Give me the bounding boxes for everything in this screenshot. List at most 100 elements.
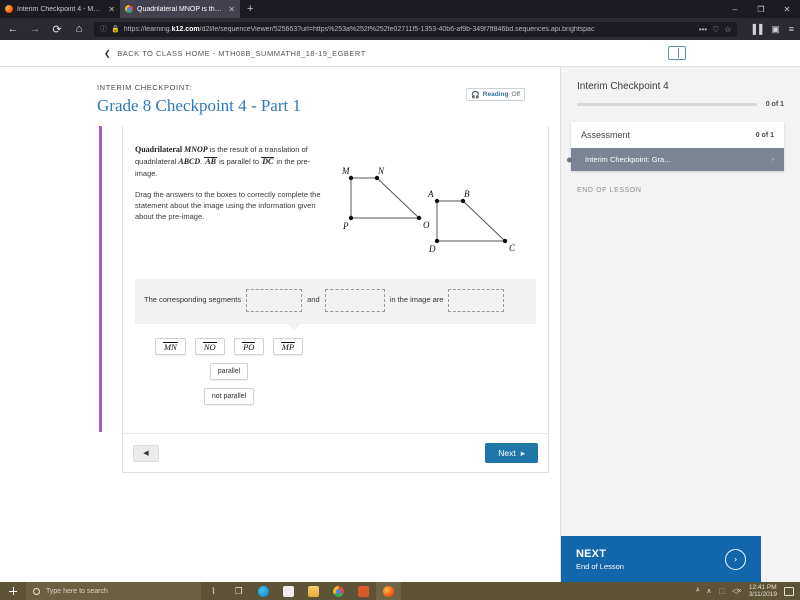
chrome-icon[interactable] — [326, 582, 351, 600]
callout-caret — [287, 323, 301, 330]
answer-token[interactable]: MP — [272, 338, 304, 355]
next-banner-subtitle: End of Lesson — [576, 561, 624, 571]
firefox-icon[interactable] — [376, 582, 401, 600]
vertex-label-B: B — [464, 189, 470, 199]
panel-toggle-icon[interactable] — [668, 46, 686, 60]
network-icon[interactable]: ⬚ — [718, 587, 725, 595]
vertex-label-N: N — [377, 166, 385, 176]
sidebar-icon[interactable]: ▣ — [771, 24, 780, 35]
assessment-header[interactable]: Assessment 0 of 1 — [571, 122, 784, 148]
vertex-label-P: P — [342, 221, 349, 231]
search-input[interactable]: Type here to search — [26, 582, 201, 600]
next-banner-title: NEXT — [576, 547, 607, 560]
question-navigation: ◀ Next ▸ — [123, 433, 548, 472]
vertex-label-O: O — [423, 220, 430, 230]
windows-start-icon[interactable] — [0, 582, 26, 600]
file-explorer-icon[interactable] — [301, 582, 326, 600]
system-tray: ᴬ ∧ ⬚ ◁× 12:41 PM 3/11/2019 — [696, 584, 800, 599]
search-icon — [33, 587, 40, 595]
question-stem: Quadrilateral MNOP is the result of a tr… — [135, 145, 311, 178]
clock-date: 3/11/2019 — [748, 591, 777, 598]
reading-state: Off — [511, 91, 520, 98]
pocket-icon[interactable]: ♡ — [712, 25, 719, 34]
quadrilaterals-svg: M N O P A B C D — [341, 166, 516, 254]
notifications-icon[interactable] — [784, 586, 794, 596]
firefox-favicon — [5, 5, 13, 13]
answer-token[interactable]: MN — [154, 338, 186, 355]
answer-token[interactable]: PO — [233, 338, 264, 355]
next-lesson-banner[interactable]: NEXT End of Lesson › — [561, 536, 761, 582]
bookmark-star-icon[interactable]: ☆ — [724, 25, 731, 34]
answer-token[interactable]: NO — [194, 338, 225, 355]
store-icon[interactable] — [276, 582, 301, 600]
lesson-sidebar: Interim Checkpoint 4 0 of 1 Assessment 0… — [560, 67, 800, 582]
clock-time: 12:41 PM — [748, 583, 777, 591]
progress-label: 0 of 1 — [765, 101, 784, 108]
padlock-icon[interactable]: 🔒 — [111, 25, 120, 33]
chrome-favicon — [125, 5, 133, 13]
menu-icon[interactable]: ≡ — [789, 24, 794, 35]
answer-token[interactable]: not parallel — [203, 388, 255, 405]
lesson-main: INTERIM CHECKPOINT: Grade 8 Checkpoint 4… — [0, 67, 560, 582]
chevron-up-icon[interactable]: ∧ — [706, 587, 711, 595]
headphones-icon: 🎧 — [471, 91, 480, 99]
drop-slot-2[interactable] — [324, 289, 385, 312]
previous-button[interactable]: ◀ — [133, 444, 159, 462]
back-icon[interactable]: ← — [6, 23, 20, 35]
answer-token[interactable]: parallel — [209, 363, 249, 380]
microphone-icon[interactable]: ⌇ — [201, 582, 226, 600]
current-item-dot — [567, 157, 572, 162]
progress-bar — [577, 103, 757, 106]
pen-icon[interactable]: ᴬ — [696, 588, 699, 595]
info-icon[interactable]: ⓘ — [100, 24, 107, 34]
maximize-button[interactable]: ❐ — [748, 0, 774, 18]
browser-tab-1[interactable]: Interim Checkpoint 4 - MTH0 ✕ — [0, 0, 120, 18]
close-window-button[interactable]: ✕ — [774, 0, 800, 18]
geometry-figure: M N O P A B C D — [333, 144, 533, 267]
back-link-label: BACK TO CLASS HOME - MTH08B_SUMMATH8_18-… — [117, 48, 366, 58]
page-content: ❮ BACK TO CLASS HOME - MTH08B_SUMMATH8_1… — [0, 40, 800, 582]
browser-tab-2[interactable]: Quadrilateral MNOP is the resu ✕ — [120, 0, 240, 18]
statement-middle: in the image are — [389, 295, 444, 305]
media-player-icon[interactable] — [351, 582, 376, 600]
assessment-progress: 0 of 1 — [755, 131, 774, 139]
answer-token-bank: MN NO PO MP parallel not parallel — [135, 324, 323, 419]
question-text-column: Quadrilateral MNOP is the result of a tr… — [135, 144, 327, 267]
arrow-right-icon: › — [725, 548, 746, 570]
tab-title: Quadrilateral MNOP is the resu — [137, 5, 222, 13]
vertex-label-M: M — [341, 166, 350, 176]
sidebar-item-checkpoint[interactable]: Interim Checkpoint: Gra... › — [567, 148, 784, 171]
volume-icon[interactable]: ◁× — [732, 587, 741, 595]
screen: Interim Checkpoint 4 - MTH0 ✕ Quadrilate… — [0, 0, 800, 600]
chevron-right-icon: › — [772, 156, 774, 163]
drop-slot-1[interactable] — [246, 289, 303, 312]
vertex-label-C: C — [509, 243, 516, 253]
drop-slot-3[interactable] — [448, 289, 505, 312]
next-button[interactable]: Next ▸ — [485, 443, 538, 463]
reload-icon[interactable]: ⟳ — [50, 23, 64, 36]
clock[interactable]: 12:41 PM 3/11/2019 — [749, 584, 777, 599]
statement-lead: The corresponding segments — [144, 295, 242, 305]
back-to-class-home-link[interactable]: ❮ BACK TO CLASS HOME - MTH08B_SUMMATH8_1… — [104, 49, 366, 58]
task-view-icon[interactable]: ❐ — [226, 582, 251, 600]
close-icon[interactable]: ✕ — [228, 5, 235, 14]
reading-toggle-button[interactable]: 🎧 Reading Off — [466, 88, 525, 101]
tab-title: Interim Checkpoint 4 - MTH0 — [17, 5, 103, 13]
chevron-left-icon: ❮ — [104, 48, 112, 58]
address-bar[interactable]: ⓘ 🔒 https://learning.k12.com/d2l/le/sequ… — [94, 21, 738, 37]
edge-icon[interactable] — [251, 582, 276, 600]
new-tab-button[interactable]: + — [240, 0, 260, 18]
home-icon[interactable]: ⌂ — [72, 23, 86, 35]
sidebar-title: Interim Checkpoint 4 — [577, 81, 669, 92]
question-card: Quadrilateral MNOP is the result of a tr… — [122, 126, 549, 473]
more-icon[interactable]: ••• — [699, 25, 707, 34]
window-controls: – ❐ ✕ — [722, 0, 800, 18]
sidebar-progress: 0 of 1 — [561, 92, 800, 108]
statement-conjunction: and — [307, 295, 320, 305]
lesson-header: INTERIM CHECKPOINT: Grade 8 Checkpoint 4… — [0, 67, 560, 126]
library-icon[interactable]: ▐▐ — [749, 24, 762, 35]
minimize-button[interactable]: – — [722, 0, 748, 18]
accent-bar — [99, 126, 102, 432]
close-icon[interactable]: ✕ — [108, 5, 115, 14]
forward-icon[interactable]: → — [28, 23, 42, 35]
